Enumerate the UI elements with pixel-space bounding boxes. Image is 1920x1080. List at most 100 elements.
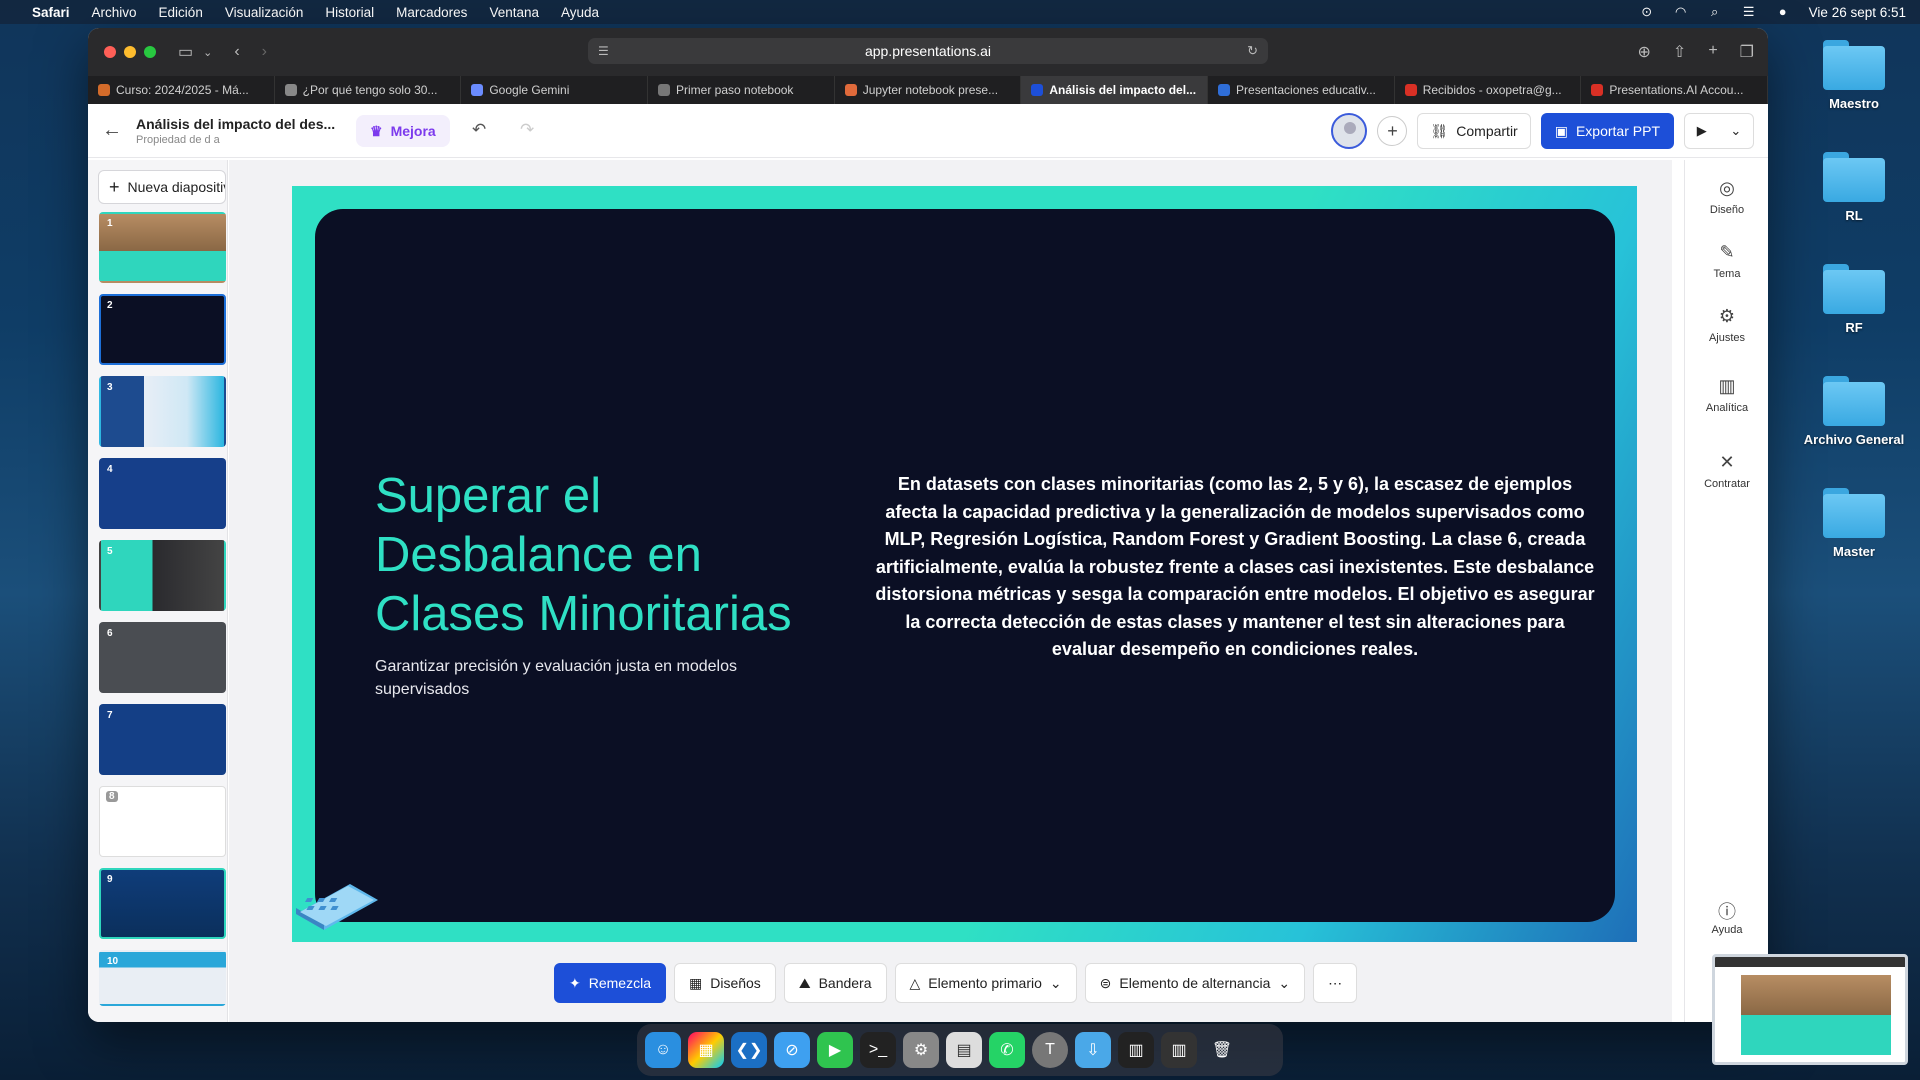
desktop-folder-rl[interactable]: RL [1794,152,1914,223]
alternate-element-button[interactable]: ⊜ Elemento de alternancia ⌄ [1084,963,1306,1003]
favicon-icon [844,84,857,96]
upgrade-button[interactable]: ♛ Mejora [356,115,450,147]
desktop-folder-master[interactable]: Master [1794,488,1914,559]
slide-body-text[interactable]: En datasets con clases minoritarias (com… [875,471,1595,664]
wifi-icon[interactable]: ◠ [1673,5,1689,19]
design-tool[interactable]: ◎ Diseño [1685,178,1768,216]
slide-thumbnail-selected[interactable]: 2 [99,294,226,365]
facetime-icon[interactable]: ▶ [817,1032,853,1068]
present-button[interactable]: ▶ ⌄ [1684,113,1754,149]
undo-icon[interactable]: ↶ [472,120,486,140]
settings-tool[interactable]: ⚙ Ajustes [1685,306,1768,344]
add-collaborator-button[interactable]: + [1377,116,1408,146]
chevron-down-icon[interactable]: ⌄ [203,46,212,59]
slide-thumbnail[interactable]: 5 [99,540,226,611]
document-title[interactable]: Análisis del impacto del des... [136,116,335,132]
forward-icon[interactable]: › [262,43,267,61]
sidebar-toggle-icon[interactable]: ▭ [178,42,193,62]
system-settings-icon[interactable]: ⚙ [903,1032,939,1068]
slide-thumbnail[interactable]: 1 [99,212,226,283]
close-button[interactable] [104,46,116,58]
slide-thumbnail[interactable]: 4 [99,458,226,529]
slide-title[interactable]: Superar el Desbalance en Clases Minorita… [375,467,815,644]
share-button[interactable]: ⛓ Compartir [1417,113,1531,149]
menu-visualizacion[interactable]: Visualización [225,5,304,20]
browser-tab[interactable]: Curso: 2024/2025 - Má... [88,76,275,104]
analytics-tool[interactable]: ▥ Analítica [1685,376,1768,414]
search-icon[interactable]: ⌕ [1707,5,1723,19]
share-icon[interactable]: ⇧ [1673,42,1686,62]
favicon-icon [471,84,484,96]
vscode-icon[interactable]: ❮❯ [731,1032,767,1068]
primary-element-button[interactable]: △ Elemento primario ⌄ [894,963,1077,1003]
browser-tab[interactable]: ¿Por qué tengo solo 30... [275,76,462,104]
minimize-button[interactable] [124,46,136,58]
zoom-button[interactable] [144,46,156,58]
menu-historial[interactable]: Historial [325,5,374,20]
menu-ayuda[interactable]: Ayuda [561,5,599,20]
browser-tab[interactable]: Primer paso notebook [648,76,835,104]
back-arrow-icon[interactable]: ← [88,119,136,142]
slide-thumbnail[interactable]: 6 [99,622,226,693]
tex-icon[interactable]: T [1032,1032,1068,1068]
menu-ventana[interactable]: Ventana [489,5,539,20]
toggle-icon: ⊜ [1099,974,1112,991]
slide-thumbnail[interactable]: 7 [99,704,226,775]
theme-tool[interactable]: ✎ Tema [1685,242,1768,280]
tab-label: Presentations.AI Accou... [1609,83,1744,97]
preview-icon[interactable]: ▤ [946,1032,982,1068]
clock[interactable]: Vie 26 sept 6:51 [1809,5,1906,20]
launchpad-icon[interactable]: ▦ [688,1032,724,1068]
menu-archivo[interactable]: Archivo [92,5,137,20]
siri-icon[interactable]: ● [1775,5,1791,19]
export-ppt-button[interactable]: ▣ Exportar PPT [1540,113,1674,149]
designs-button[interactable]: ▦ Diseños [673,963,776,1003]
play-circle-icon[interactable]: ⊙ [1639,5,1655,19]
whatsapp-icon[interactable]: ✆ [989,1032,1025,1068]
control-center-icon[interactable]: ☰ [1741,5,1757,19]
reload-icon[interactable]: ↻ [1247,43,1258,59]
slide-thumbnail[interactable]: 10 [99,950,226,1006]
upgrade-label: Mejora [390,123,436,139]
window-preview-icon[interactable]: ▥ [1161,1032,1197,1068]
hire-tool[interactable]: ✕ Contratar [1685,452,1768,490]
help-tool[interactable]: ⓘ Ayuda [1685,898,1768,936]
terminal-icon[interactable]: >_ [860,1032,896,1068]
browser-tab-active[interactable]: Análisis del impacto del... [1021,76,1209,104]
tab-overview-icon[interactable]: ❐ [1740,42,1754,62]
slide-thumbnail[interactable]: 8 [99,786,226,857]
finder-icon[interactable]: ☺ [645,1032,681,1068]
slide-thumbnail[interactable]: 3 [99,376,226,447]
flag-button[interactable]: ⛰ Bandera [783,963,887,1003]
slide-canvas[interactable]: Superar el Desbalance en Clases Minorita… [292,186,1637,942]
chevron-down-icon[interactable]: ⌄ [1730,123,1741,139]
slide-subtitle[interactable]: Garantizar precisión y evaluación justa … [375,655,775,701]
back-icon[interactable]: ‹ [234,43,239,61]
new-slide-button[interactable]: + Nueva diapositiva [98,170,226,204]
desktop-folder-maestro[interactable]: Maestro [1794,40,1914,111]
window-preview-icon[interactable]: ▥ [1118,1032,1154,1068]
slide-thumbnail[interactable]: 9 [99,868,226,939]
menu-edicion[interactable]: Edición [159,5,203,20]
browser-tab[interactable]: Jupyter notebook prese... [835,76,1022,104]
more-options-button[interactable]: ⋯ [1313,963,1358,1003]
remix-button[interactable]: ✦ Remezcla [554,963,666,1003]
browser-tab[interactable]: Presentations.AI Accou... [1581,76,1768,104]
menu-marcadores[interactable]: Marcadores [396,5,467,20]
address-bar[interactable]: ☰ app.presentations.ai ↻ [588,38,1268,64]
desktop-folder-rf[interactable]: RF [1794,264,1914,335]
menu-app[interactable]: Safari [32,5,70,20]
redo-icon[interactable]: ↷ [520,120,534,140]
trash-icon[interactable]: 🗑 [1204,1032,1240,1068]
browser-tab[interactable]: Presentaciones educativ... [1208,76,1395,104]
browser-tab[interactable]: Recibidos - oxopetra@g... [1395,76,1582,104]
safari-icon[interactable]: ⊘ [774,1032,810,1068]
page-settings-icon[interactable]: ☰ [598,44,609,58]
browser-tab[interactable]: Google Gemini [461,76,649,104]
downloads-folder-icon[interactable]: ⇩ [1075,1032,1111,1068]
desktop-folder-archivo-general[interactable]: Archivo General [1794,376,1914,447]
avatar[interactable] [1331,113,1368,149]
window-thumbnail-preview[interactable] [1712,954,1908,1065]
new-tab-icon[interactable]: + [1708,42,1717,62]
download-icon[interactable]: ⊕ [1638,42,1651,62]
